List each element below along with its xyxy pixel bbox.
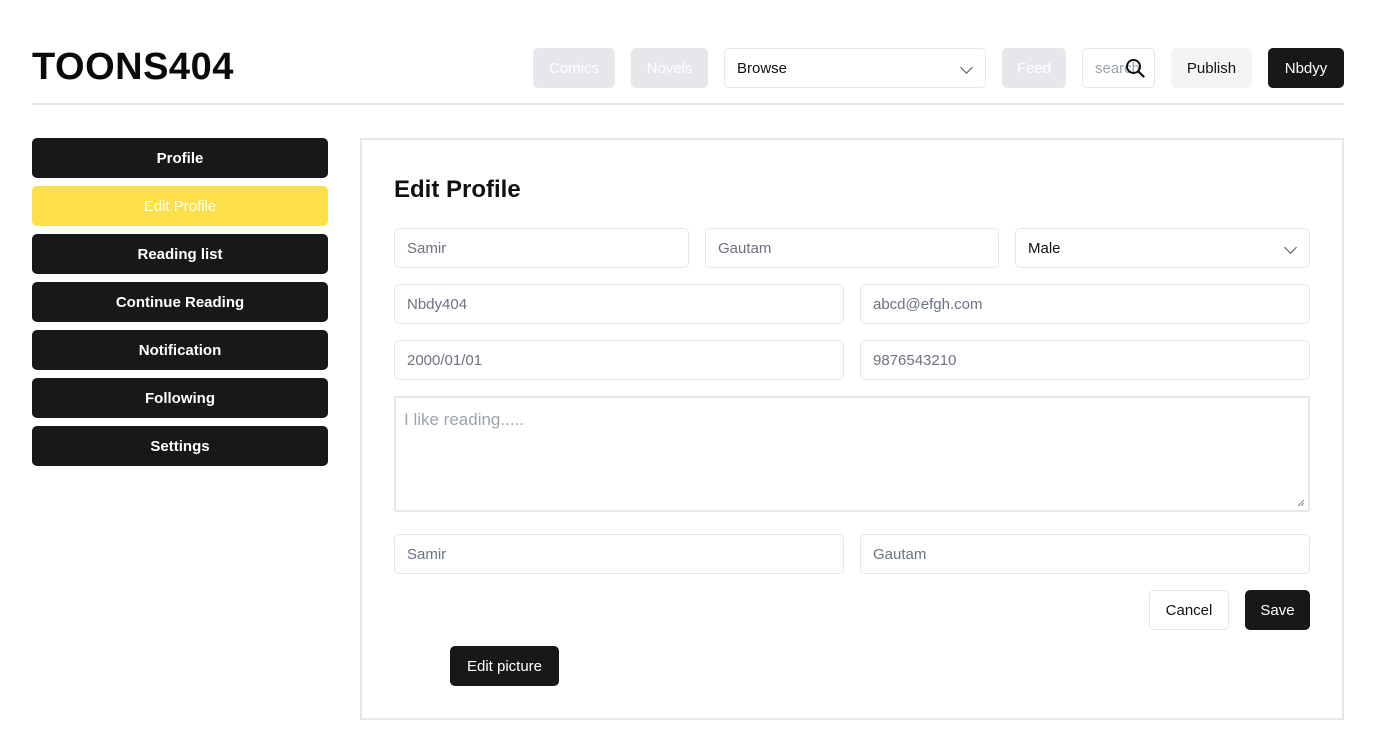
phone-field[interactable]: 9876543210: [860, 340, 1310, 380]
gender-select[interactable]: Male: [1015, 228, 1310, 268]
secondary-last-name-field[interactable]: Gautam: [860, 534, 1310, 574]
resize-handle-icon[interactable]: [1297, 499, 1305, 507]
dob-field[interactable]: 2000/01/01: [394, 340, 844, 380]
browse-select-value: Browse: [737, 59, 788, 77]
save-button[interactable]: Save: [1245, 590, 1310, 630]
sidebar-item-edit-profile[interactable]: Edit Profile: [32, 186, 328, 226]
sidebar-item-settings[interactable]: Settings: [32, 426, 328, 466]
sidebar: Profile Edit Profile Reading list Contin…: [32, 138, 328, 474]
username-field[interactable]: Nbdy404: [394, 284, 844, 324]
nav-novels-button[interactable]: Novels: [631, 48, 708, 88]
top-header: TOONS404 Comics Novels Browse Feed searc…: [32, 0, 1344, 105]
site-logo[interactable]: TOONS404: [32, 46, 234, 89]
browse-select[interactable]: Browse: [724, 48, 986, 88]
first-name-field[interactable]: Samir: [394, 228, 689, 268]
edit-picture-button[interactable]: Edit picture: [450, 646, 559, 686]
secondary-first-name-field[interactable]: Samir: [394, 534, 844, 574]
chevron-down-icon: [1284, 241, 1297, 254]
sidebar-item-continue-reading[interactable]: Continue Reading: [32, 282, 328, 322]
nav-feed-button[interactable]: Feed: [1002, 48, 1066, 88]
nav-comics-button[interactable]: Comics: [533, 48, 615, 88]
gender-select-value: Male: [1028, 239, 1061, 257]
chevron-down-icon: [960, 61, 973, 74]
sidebar-item-following[interactable]: Following: [32, 378, 328, 418]
email-field[interactable]: abcd@efgh.com: [860, 284, 1310, 324]
bio-placeholder: I like reading.....: [404, 410, 525, 429]
sidebar-item-notification[interactable]: Notification: [32, 330, 328, 370]
sidebar-item-profile[interactable]: Profile: [32, 138, 328, 178]
page-title: Edit Profile: [394, 176, 521, 203]
user-menu-button[interactable]: Nbdyy: [1268, 48, 1344, 88]
bio-textarea[interactable]: I like reading.....: [394, 396, 1310, 512]
edit-profile-panel: Edit Profile Samir Gautam Male Nbdy404 a…: [360, 138, 1344, 720]
search-icon[interactable]: [1125, 58, 1145, 78]
last-name-field[interactable]: Gautam: [705, 228, 999, 268]
cancel-button[interactable]: Cancel: [1149, 590, 1229, 630]
publish-button[interactable]: Publish: [1171, 48, 1252, 88]
sidebar-item-reading-list[interactable]: Reading list: [32, 234, 328, 274]
